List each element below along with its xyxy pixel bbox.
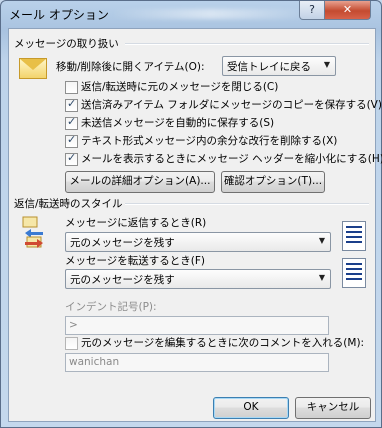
help-button[interactable]: ? <box>299 1 325 20</box>
reply-style-value: 元のメッセージを残す <box>70 237 175 249</box>
handling-group-divider <box>125 43 369 45</box>
remove-extra-breaks-label: テキスト形式メッセージ内の余分な改行を削除する(X) <box>81 135 338 147</box>
forward-preview-icon <box>342 258 366 288</box>
envelope-icon <box>19 58 47 79</box>
after-move-select[interactable]: 受信トレイに戻る ▼ <box>222 56 336 76</box>
forward-style-label: メッセージを転送するとき(F) <box>65 255 206 267</box>
reply-style-label: メッセージに返信するとき(R) <box>65 217 207 229</box>
close-original-label: 返信/転送時に元のメッセージを閉じる(C) <box>81 81 279 93</box>
autosave-unsent-checkbox[interactable] <box>65 115 78 130</box>
chevron-down-icon: ▼ <box>318 273 325 282</box>
minimize-header-checkbox[interactable] <box>65 151 78 166</box>
dialog-client-area: メッセージの取り扱い 移動/削除後に開くアイテム(O): 受信トレイに戻る ▼ … <box>8 28 382 422</box>
title-bar: メール オプション ? ✕ <box>1 1 381 27</box>
reply-style-select[interactable]: 元のメッセージを残す ▼ <box>65 232 331 252</box>
ok-button[interactable]: OK <box>213 397 289 419</box>
minimize-header-label: メールを表示するときにメッセージ ヘッダーを縮小化にする(H) <box>81 153 382 165</box>
indent-input[interactable]: > <box>65 316 329 335</box>
close-button[interactable]: ✕ <box>324 1 371 20</box>
save-sent-copy-label: 送信済みアイテム フォルダにメッセージのコピーを保存する(V) <box>81 99 382 111</box>
dialog-title: メール オプション <box>9 8 109 22</box>
reply-group-title: 返信/転送時のスタイル <box>14 198 123 210</box>
mail-options-dialog: メール オプション ? ✕ メッセージの取り扱い 移動/削除後に開くアイテム(O… <box>0 0 382 428</box>
indent-value: > <box>69 319 78 331</box>
after-move-value: 受信トレイに戻る <box>227 61 311 73</box>
cancel-button[interactable]: キャンセル <box>295 397 371 419</box>
indent-label: インデント記号(P): <box>65 301 157 313</box>
tracking-options-button[interactable]: 確認オプション(T)... <box>221 171 325 193</box>
mark-comments-label: 元のメッセージを編集するときに次のコメントを入れる(M): <box>81 337 365 349</box>
comment-input[interactable]: wanichan <box>65 353 329 372</box>
reply-preview-icon <box>342 221 366 251</box>
reply-forward-icon <box>22 216 43 248</box>
reply-group-divider <box>125 203 369 205</box>
after-move-label: 移動/削除後に開くアイテム(O): <box>56 61 205 73</box>
title-bar-blur <box>111 9 311 19</box>
forward-style-value: 元のメッセージを残す <box>70 274 175 286</box>
comment-value: wanichan <box>69 356 120 368</box>
autosave-unsent-label: 未送信メッセージを自動的に保存する(S) <box>81 117 275 129</box>
handling-group-title: メッセージの取り扱い <box>14 38 119 50</box>
close-original-checkbox[interactable] <box>65 81 78 94</box>
chevron-down-icon: ▼ <box>318 236 325 245</box>
chevron-down-icon: ▼ <box>323 60 330 69</box>
save-sent-copy-checkbox[interactable] <box>65 97 78 112</box>
remove-extra-breaks-checkbox[interactable] <box>65 133 78 148</box>
advanced-mail-options-button[interactable]: メールの詳細オプション(A)... <box>65 171 215 193</box>
mark-comments-checkbox[interactable] <box>65 337 78 350</box>
forward-style-select[interactable]: 元のメッセージを残す ▼ <box>65 269 331 289</box>
